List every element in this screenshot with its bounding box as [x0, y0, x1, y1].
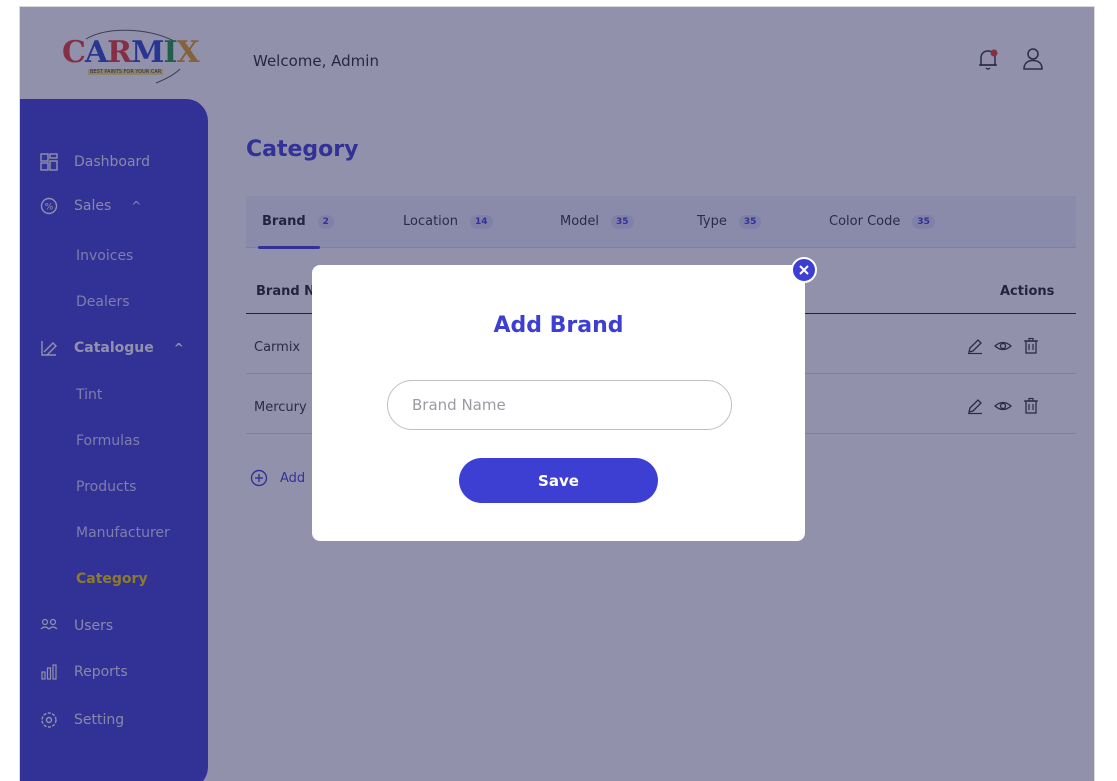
brand-name-input[interactable] — [387, 380, 732, 430]
add-brand-modal: Add Brand Save — [312, 265, 805, 541]
save-button[interactable]: Save — [459, 458, 658, 503]
close-icon — [799, 265, 809, 275]
close-modal-button[interactable] — [791, 257, 817, 283]
app-frame: CARMIX BEST PAINTS FOR YOUR CAR Welcome,… — [19, 6, 1095, 781]
modal-title: Add Brand — [493, 313, 624, 338]
